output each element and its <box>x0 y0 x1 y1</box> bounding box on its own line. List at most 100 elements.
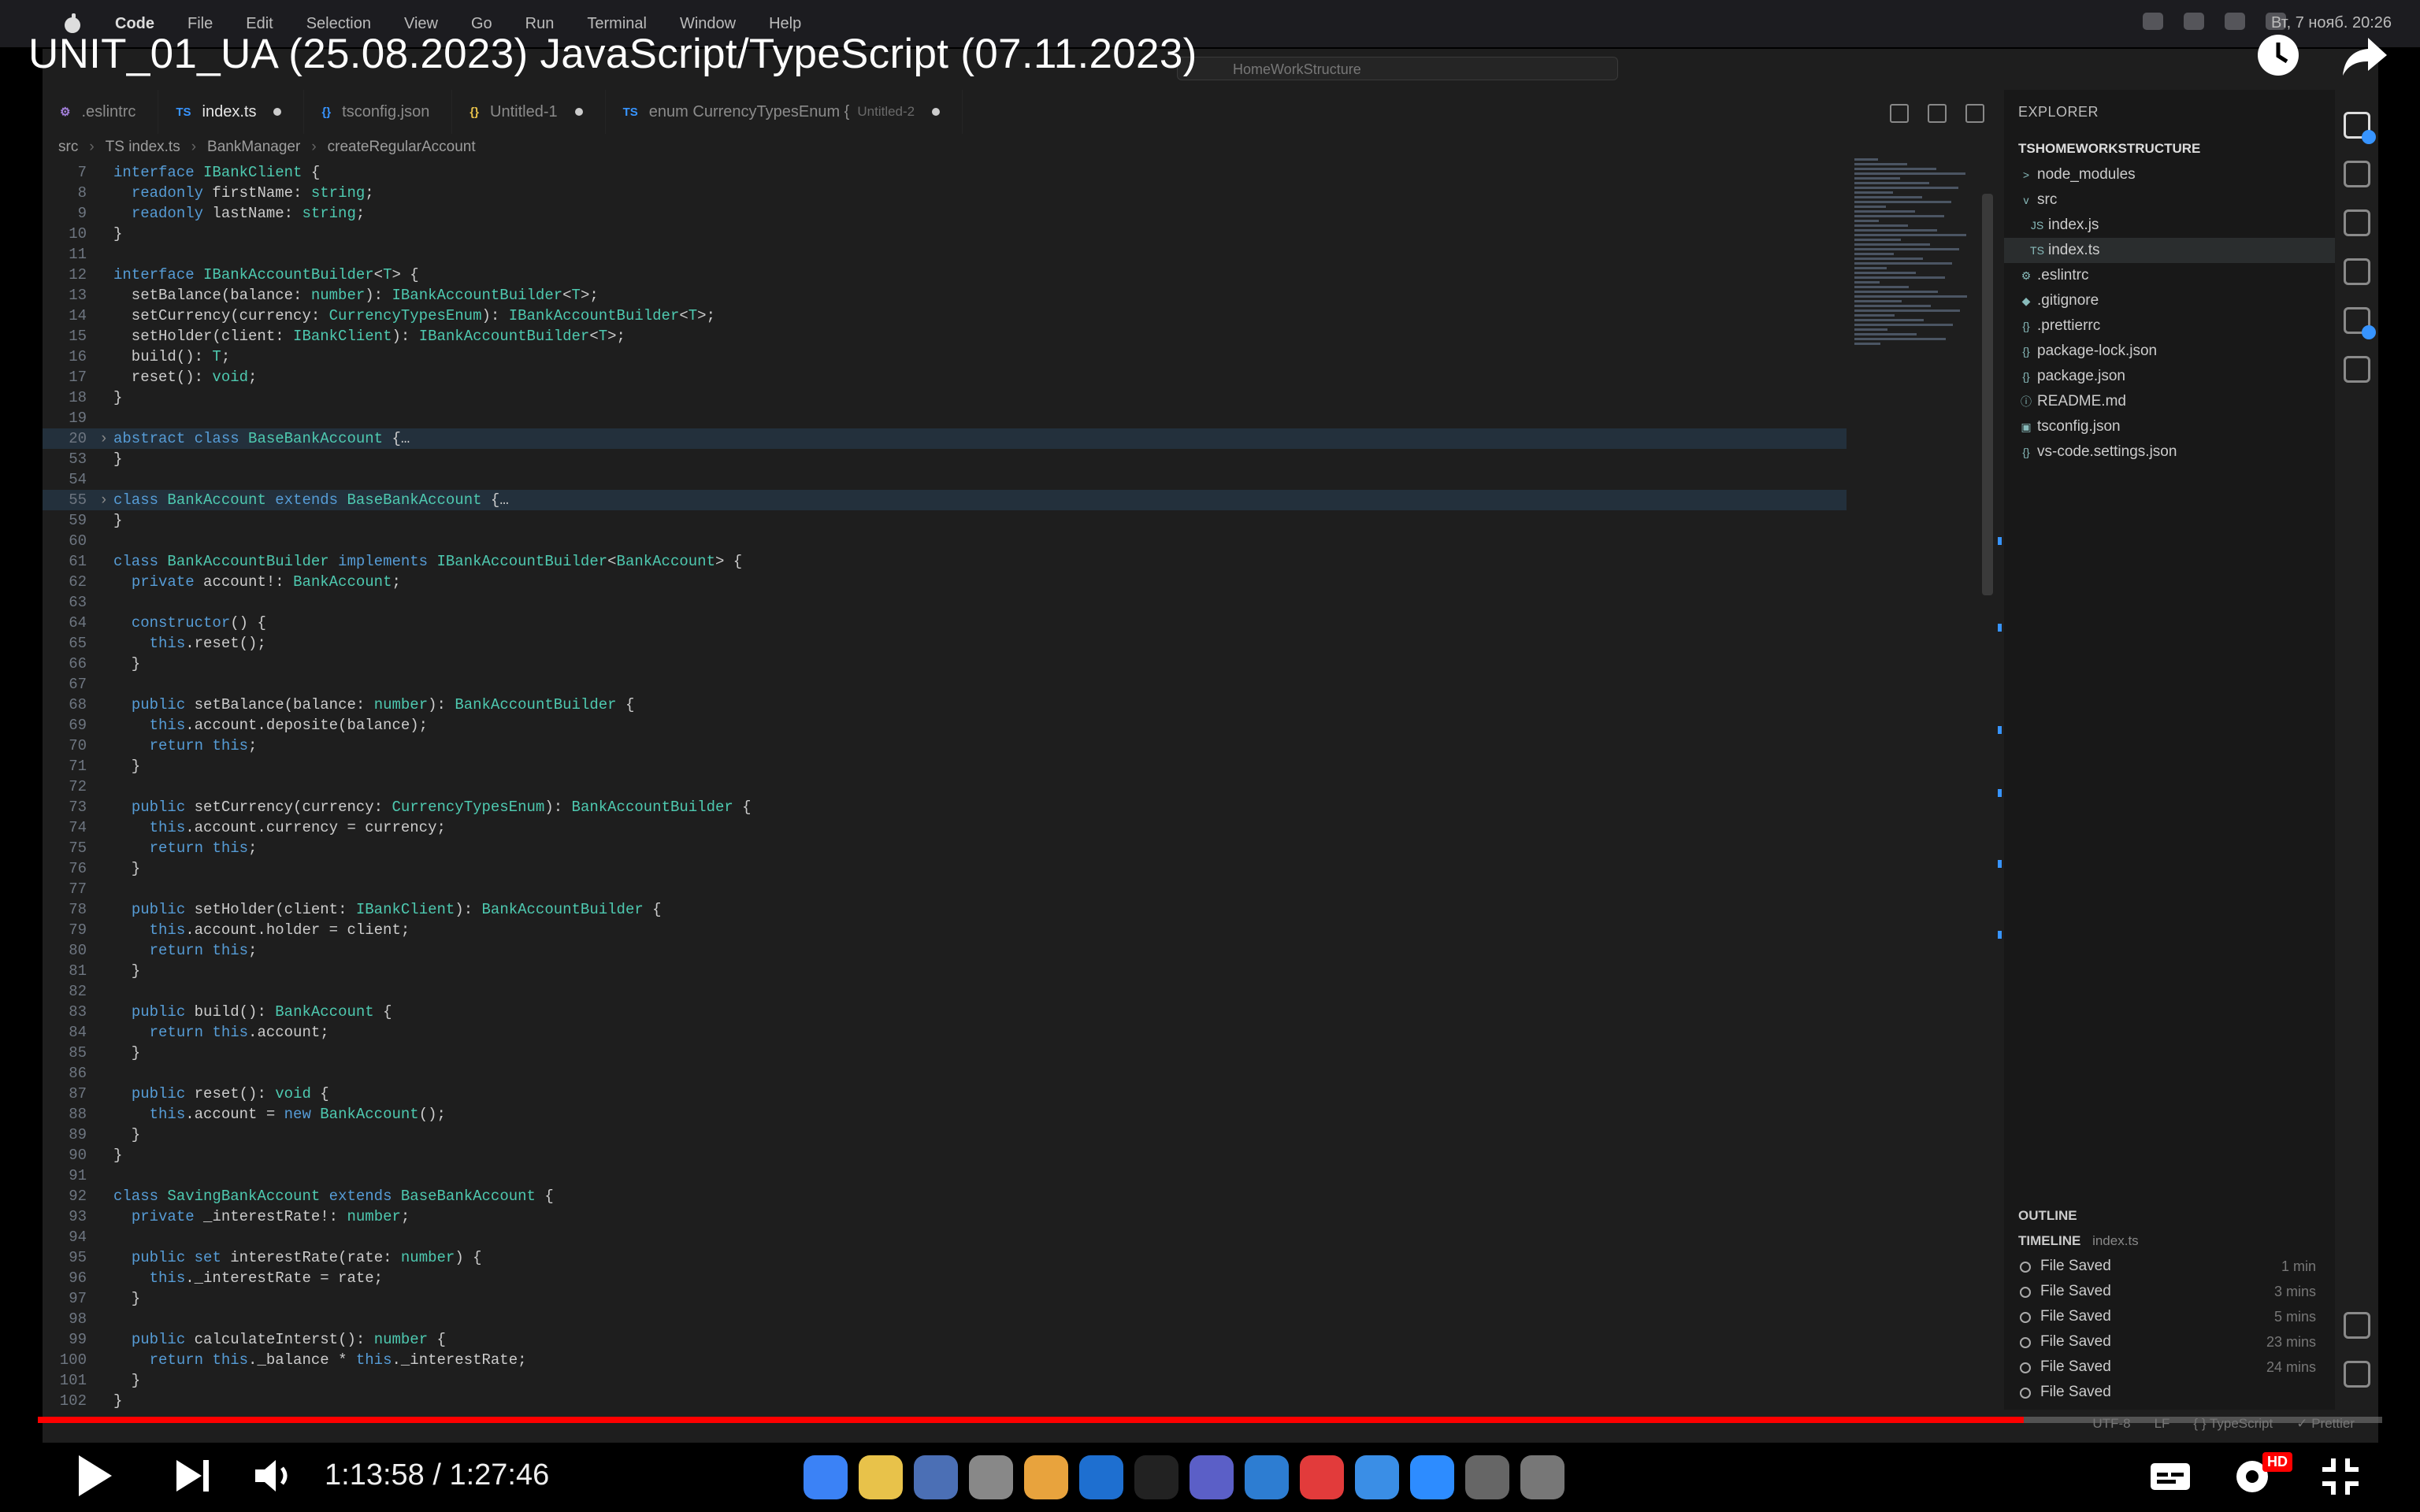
timeline-item[interactable]: File Saved 1 min <box>2004 1254 2335 1279</box>
code-line[interactable]: 75 return this; <box>43 838 1847 858</box>
file-tree-item[interactable]: ▣ tsconfig.json <box>2004 414 2335 439</box>
code-line[interactable]: 85 } <box>43 1043 1847 1063</box>
run-debug-icon[interactable] <box>2343 258 2370 285</box>
code-line[interactable]: 92 class SavingBankAccount extends BaseBa… <box>43 1186 1847 1206</box>
code-line[interactable]: 100 return this._balance * this._interes… <box>43 1350 1847 1370</box>
volume-icon[interactable] <box>249 1451 299 1501</box>
timeline-item[interactable]: File Saved 23 mins <box>2004 1329 2335 1354</box>
file-tree-item[interactable]: JS index.js <box>2004 213 2335 238</box>
finder-icon[interactable] <box>804 1455 848 1499</box>
code-line[interactable]: 73 public setCurrency(currency: Currency… <box>43 797 1847 817</box>
notes-icon[interactable] <box>859 1455 903 1499</box>
outlook-icon[interactable] <box>1079 1455 1123 1499</box>
search-icon[interactable] <box>2225 13 2245 30</box>
trash-icon[interactable] <box>1520 1455 1564 1499</box>
code-line[interactable]: 88 this.account = new BankAccount(); <box>43 1104 1847 1125</box>
tab-untitled-2[interactable]: TS enum CurrencyTypesEnum { Untitled-2 <box>606 90 963 134</box>
minimap[interactable] <box>1854 156 1996 487</box>
timeline-item[interactable]: File Saved 24 mins <box>2004 1354 2335 1380</box>
code-line[interactable]: 54 <box>43 469 1847 490</box>
timeline-item[interactable]: File Saved 3 mins <box>2004 1279 2335 1304</box>
file-tree-item[interactable]: > node_modules <box>2004 162 2335 187</box>
code-line[interactable]: 91 <box>43 1166 1847 1186</box>
code-line[interactable]: 65 this.reset(); <box>43 633 1847 654</box>
code-line[interactable]: 78 public setHolder(client: IBankClient)… <box>43 899 1847 920</box>
chrome-icon[interactable] <box>1024 1455 1068 1499</box>
battery-icon[interactable] <box>2184 13 2204 30</box>
teams-icon[interactable] <box>1190 1455 1234 1499</box>
code-line[interactable]: 19 <box>43 408 1847 428</box>
code-line[interactable]: 64 constructor() { <box>43 613 1847 633</box>
code-line[interactable]: 76 } <box>43 858 1847 879</box>
unsaved-dot-icon[interactable] <box>273 108 282 116</box>
tab-tsconfig[interactable]: {} tsconfig.json <box>304 90 453 134</box>
breadcrumb-item[interactable]: createRegularAccount <box>328 139 476 156</box>
code-line[interactable]: 72 <box>43 776 1847 797</box>
share-icon[interactable] <box>2341 32 2388 79</box>
wifi-icon[interactable] <box>2143 13 2163 30</box>
project-folder[interactable]: TSHOMEWORKSTRUCTURE <box>2004 135 2335 162</box>
code-line[interactable]: 66 } <box>43 654 1847 674</box>
code-line[interactable]: 81 } <box>43 961 1847 981</box>
code-line[interactable]: 60 <box>43 531 1847 551</box>
code-line[interactable]: 55 › class BankAccount extends BaseBankAcc… <box>43 490 1847 510</box>
source-control-icon[interactable] <box>2343 209 2370 236</box>
vscode-icon[interactable] <box>1245 1455 1289 1499</box>
video-progress-bar[interactable] <box>38 1417 2024 1423</box>
code-line[interactable]: 67 <box>43 674 1847 695</box>
code-line[interactable]: 95 public set interestRate(rate: number)… <box>43 1247 1847 1268</box>
zoom-icon[interactable] <box>1410 1455 1454 1499</box>
subtitles-icon[interactable] <box>2147 1454 2193 1499</box>
timeline-panel-header[interactable]: TIMELINE index.ts <box>2004 1228 2335 1254</box>
extensions-icon[interactable] <box>2343 307 2376 339</box>
timeline-item[interactable]: File Saved 5 mins <box>2004 1304 2335 1329</box>
outline-panel-header[interactable]: OUTLINE <box>2004 1203 2335 1228</box>
code-line[interactable]: 80 return this; <box>43 940 1847 961</box>
code-line[interactable]: 11 <box>43 244 1847 265</box>
code-line[interactable]: 59} <box>43 510 1847 531</box>
file-tree-item[interactable]: {} package.json <box>2004 364 2335 389</box>
code-line[interactable]: 102} <box>43 1391 1847 1411</box>
code-line[interactable]: 12 interface IBankAccountBuilder<T> { <box>43 265 1847 285</box>
explorer-icon[interactable] <box>2343 112 2376 144</box>
breadcrumb-item[interactable]: BankManager <box>207 139 300 156</box>
code-line[interactable]: 93 private _interestRate!: number; <box>43 1206 1847 1227</box>
downloads-icon[interactable] <box>1465 1455 1509 1499</box>
webstorm-icon[interactable] <box>1134 1455 1178 1499</box>
settings-gear-icon[interactable] <box>2343 1361 2370 1388</box>
code-line[interactable]: 90} <box>43 1145 1847 1166</box>
code-line[interactable]: 70 return this; <box>43 736 1847 756</box>
remote-explorer-icon[interactable] <box>2343 356 2370 383</box>
file-tree-item[interactable]: ◆ .gitignore <box>2004 288 2335 313</box>
code-line[interactable]: 99 public calculateInterst(): number { <box>43 1329 1847 1350</box>
opera-icon[interactable] <box>1300 1455 1344 1499</box>
file-tree-item[interactable]: {} .prettierrc <box>2004 313 2335 339</box>
system-settings-icon[interactable] <box>969 1455 1013 1499</box>
code-line[interactable]: 89 } <box>43 1125 1847 1145</box>
command-center-search[interactable]: HomeWorkStructure <box>1177 57 1618 80</box>
exit-fullscreen-icon[interactable] <box>2318 1454 2363 1499</box>
breadcrumb-item[interactable]: TS index.ts <box>106 139 180 156</box>
code-line[interactable]: 10} <box>43 224 1847 244</box>
code-line[interactable]: 94 <box>43 1227 1847 1247</box>
safari-icon[interactable] <box>1355 1455 1399 1499</box>
editor-scrollbar[interactable] <box>1982 194 1993 595</box>
fold-chevron-icon[interactable]: › <box>99 490 108 510</box>
run-icon[interactable] <box>1890 104 1909 123</box>
play-icon[interactable] <box>68 1451 118 1501</box>
code-line[interactable]: 74 this.account.currency = currency; <box>43 817 1847 838</box>
code-line[interactable]: 15 setHolder(client: IBankClient): IBank… <box>43 326 1847 346</box>
code-line[interactable]: 87 public reset(): void { <box>43 1084 1847 1104</box>
code-line[interactable]: 16 build(): T; <box>43 346 1847 367</box>
tab-eslintrc[interactable]: ⚙ .eslintrc <box>43 90 159 134</box>
code-line[interactable]: 71 } <box>43 756 1847 776</box>
unsaved-dot-icon[interactable] <box>574 108 583 116</box>
code-line[interactable]: 77 <box>43 879 1847 899</box>
file-tree-item[interactable]: v src <box>2004 187 2335 213</box>
code-line[interactable]: 79 this.account.holder = client; <box>43 920 1847 940</box>
account-icon[interactable] <box>2343 1312 2370 1339</box>
next-icon[interactable] <box>167 1451 217 1501</box>
code-line[interactable]: 83 public build(): BankAccount { <box>43 1002 1847 1022</box>
code-line[interactable]: 18} <box>43 387 1847 408</box>
code-line[interactable]: 96 this._interestRate = rate; <box>43 1268 1847 1288</box>
